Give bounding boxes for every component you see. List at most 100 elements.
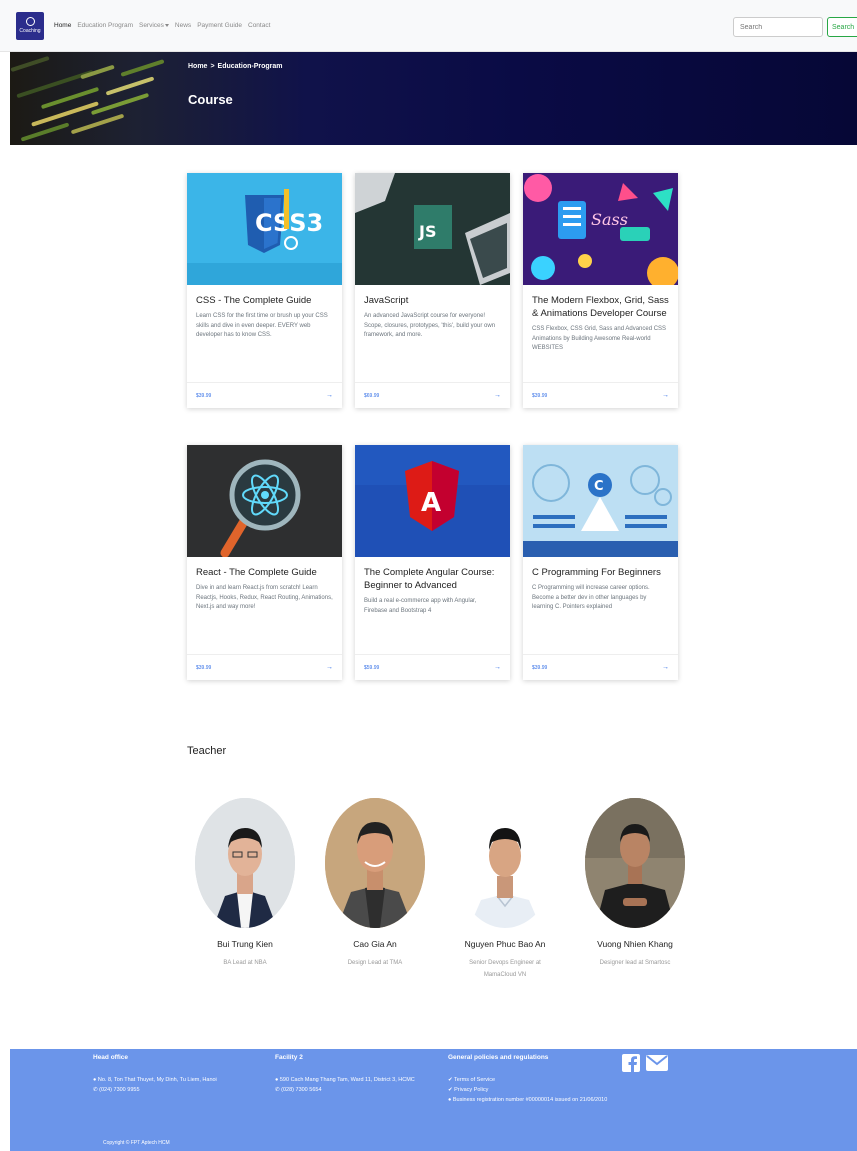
course-description: Build a real e-commerce app with Angular… xyxy=(364,598,477,614)
caret-down-icon xyxy=(164,23,169,27)
breadcrumb-separator: > xyxy=(210,63,215,70)
nav-link-services[interactable]: Services xyxy=(139,22,169,29)
footer-policies: General policies and regulations ✔ Terms… xyxy=(448,1054,608,1105)
js-badge-label: JS xyxy=(418,222,436,241)
arrow-right-icon[interactable]: → xyxy=(662,664,669,671)
teacher-role: Design Lead at TMA xyxy=(347,960,403,966)
course-image-angular: A xyxy=(355,445,510,557)
breadcrumb-current: Education-Program xyxy=(217,63,283,70)
arrow-right-icon[interactable]: → xyxy=(326,664,333,671)
arrow-right-icon[interactable]: → xyxy=(662,392,669,399)
course-price: $59.99 xyxy=(364,664,380,671)
footer-head-office-title: Head office xyxy=(93,1054,129,1061)
teacher-name: Nguyen Phuc Bao An xyxy=(464,939,546,949)
teacher-avatar xyxy=(325,798,425,928)
course-title[interactable]: The Complete Angular Course: Beginner to… xyxy=(364,566,501,592)
nav-link-payment-guide[interactable]: Payment Guide xyxy=(197,22,242,29)
footer-facility-title: Facility 2 xyxy=(275,1054,303,1061)
site-footer: Head office ● No. 8, Ton That Thuyet, My… xyxy=(10,1049,857,1151)
course-card-flexbox-sass[interactable]: Sass The Modern Flexbox, Grid, Sass & An… xyxy=(523,173,678,408)
course-card-react[interactable]: React - The Complete Guide Dive in and l… xyxy=(187,445,342,680)
course-price: $39.99 xyxy=(532,392,548,399)
footer-copyright: Copyright © FPT Aptech HCM xyxy=(103,1140,170,1146)
course-footer: $39.99 → xyxy=(523,654,678,680)
course-image-c: C xyxy=(523,445,678,557)
footer-link-privacy[interactable]: ✔ Privacy Policy xyxy=(448,1085,608,1095)
footer-link-terms[interactable]: ✔ Terms of Service xyxy=(448,1075,608,1085)
course-card-c-programming[interactable]: C C Programming For Beginners C Programm… xyxy=(523,445,678,680)
course-image-javascript: JS xyxy=(355,173,510,285)
breadcrumb-home[interactable]: Home xyxy=(188,63,207,70)
teacher-name: Cao Gia An xyxy=(353,939,397,949)
breadcrumb: Home > Education-Program xyxy=(188,63,283,70)
nav-link-home[interactable]: Home xyxy=(54,22,71,29)
nav-link-education-program[interactable]: Education Program xyxy=(77,22,133,29)
teacher-role: BA Lead at NBA xyxy=(223,960,267,966)
course-description: Dive in and learn React.js from scratch!… xyxy=(196,585,333,610)
course-price: $69.99 xyxy=(364,392,380,399)
social-links xyxy=(622,1054,668,1072)
logo-circle-icon xyxy=(25,17,35,26)
teacher-role: Senior Devops Engineer at MamaCloud VN xyxy=(469,960,541,978)
course-title[interactable]: The Modern Flexbox, Grid, Sass & Animati… xyxy=(532,294,669,320)
page-banner: Home > Education-Program Course xyxy=(10,52,857,145)
teacher-card[interactable]: Vuong Nhien Khang Designer lead at Smart… xyxy=(583,798,687,969)
course-footer: $39.99 → xyxy=(187,382,342,408)
arrow-right-icon[interactable]: → xyxy=(494,392,501,399)
course-footer: $39.99 → xyxy=(523,382,678,408)
footer-facility-phone[interactable]: ✆ (028) 7300 5654 xyxy=(275,1085,435,1095)
course-title[interactable]: C Programming For Beginners xyxy=(532,566,669,579)
footer-head-office: Head office ● No. 8, Ton That Thuyet, My… xyxy=(93,1054,243,1095)
email-icon[interactable] xyxy=(646,1054,668,1072)
course-title[interactable]: React - The Complete Guide xyxy=(196,566,333,579)
teacher-avatar xyxy=(585,798,685,928)
footer-facility: Facility 2 ● 590 Cach Mang Thang Tam, Wa… xyxy=(275,1054,435,1095)
footer-head-office-address: ● No. 8, Ton That Thuyet, My Dinh, Tu Li… xyxy=(93,1077,217,1083)
course-card-javascript[interactable]: JS JavaScript An advanced JavaScript cou… xyxy=(355,173,510,408)
search-button[interactable]: Search xyxy=(827,17,857,37)
course-footer: $59.99 → xyxy=(355,654,510,680)
teacher-name: Bui Trung Kien xyxy=(217,939,273,949)
teacher-role: Designer lead at Smartosc xyxy=(599,960,671,966)
course-description: Learn CSS for the first time or brush up… xyxy=(196,313,328,338)
nav-link-contact[interactable]: Contact xyxy=(248,22,270,29)
teacher-card[interactable]: Bui Trung Kien BA Lead at NBA xyxy=(193,798,297,969)
course-image-react xyxy=(187,445,342,557)
arrow-right-icon[interactable]: → xyxy=(494,664,501,671)
course-image-css: CSS3 xyxy=(187,173,342,285)
course-card-angular[interactable]: A The Complete Angular Course: Beginner … xyxy=(355,445,510,680)
facebook-icon[interactable] xyxy=(622,1054,640,1072)
css-badge-label: CSS3 xyxy=(255,209,323,237)
course-description: C Programming will increase career optio… xyxy=(532,585,650,610)
nav-link-news[interactable]: News xyxy=(175,22,191,29)
course-description: An advanced JavaScript course for everyo… xyxy=(364,313,496,338)
site-logo[interactable]: Coaching xyxy=(16,11,44,40)
course-footer: $69.99 → xyxy=(355,382,510,408)
c-badge-label: C xyxy=(594,479,604,494)
course-footer: $39.99 → xyxy=(187,654,342,680)
teacher-name: Vuong Nhien Khang xyxy=(597,939,673,949)
footer-head-office-phone[interactable]: ✆ (024) 7300 9955 xyxy=(93,1085,243,1095)
arrow-right-icon[interactable]: → xyxy=(326,392,333,399)
teacher-card[interactable]: Cao Gia An Design Lead at TMA xyxy=(323,798,427,969)
teacher-avatar xyxy=(195,798,295,928)
course-description: CSS Flexbox, CSS Grid, Sass and Advanced… xyxy=(532,326,667,351)
footer-facility-address: ● 590 Cach Mang Thang Tam, Ward 11, Dist… xyxy=(275,1077,415,1083)
course-image-sass: Sass xyxy=(523,173,678,285)
course-card-css[interactable]: CSS3 CSS - The Complete Guide Learn CSS … xyxy=(187,173,342,408)
logo-text: Coaching xyxy=(19,28,41,34)
course-price: $39.99 xyxy=(196,664,212,671)
course-price: $39.99 xyxy=(196,392,212,399)
sass-badge-label: Sass xyxy=(591,210,628,229)
search-input[interactable] xyxy=(733,17,823,37)
course-title[interactable]: CSS - The Complete Guide xyxy=(196,294,333,307)
footer-business-registration: ● Business registration number #00000014… xyxy=(448,1097,608,1103)
teacher-card[interactable]: Nguyen Phuc Bao An Senior Devops Enginee… xyxy=(453,798,557,981)
teacher-section-title: Teacher xyxy=(187,745,227,757)
code-background-image xyxy=(10,52,180,145)
course-title[interactable]: JavaScript xyxy=(364,294,501,307)
nav-links: Home Education Program Services News Pay… xyxy=(54,22,270,29)
footer-policies-title: General policies and regulations xyxy=(448,1054,549,1061)
page-title: Course xyxy=(188,92,233,107)
teacher-avatar xyxy=(455,798,555,928)
